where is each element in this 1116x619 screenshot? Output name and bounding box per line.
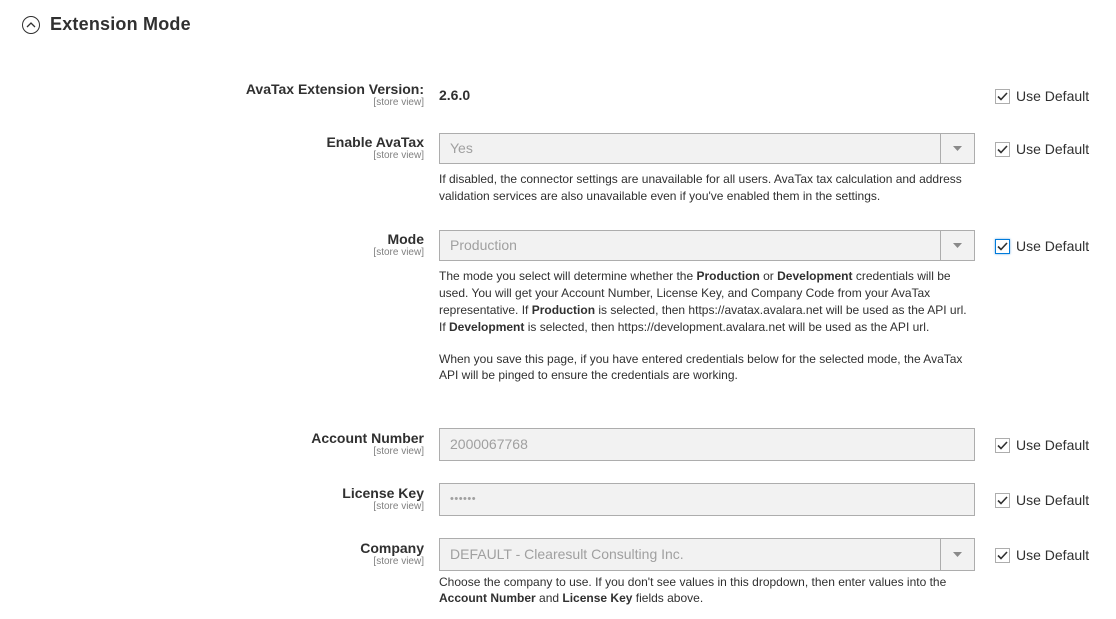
use-default-label: Use Default bbox=[1016, 437, 1090, 453]
use-default-license[interactable]: Use Default bbox=[995, 492, 1089, 508]
field-label: License Key [store view] bbox=[342, 485, 424, 513]
use-default-label: Use Default bbox=[1016, 547, 1090, 563]
company-select[interactable]: DEFAULT - Clearesult Consulting Inc. bbox=[439, 538, 975, 571]
field-label: Company [store view] bbox=[360, 540, 424, 568]
label-account-number: Account Number bbox=[311, 430, 424, 446]
company-selected-value: DEFAULT - Clearesult Consulting Inc. bbox=[450, 546, 684, 562]
enable-avatax-note: If disabled, the connector settings are … bbox=[439, 172, 962, 203]
checkmark-icon bbox=[997, 241, 1008, 251]
checkmark-icon bbox=[997, 550, 1008, 560]
section-title: Extension Mode bbox=[50, 14, 191, 34]
enable-avatax-selected-value: Yes bbox=[450, 140, 473, 156]
use-default-checkbox[interactable] bbox=[995, 437, 1010, 453]
use-default-checkbox[interactable] bbox=[995, 492, 1010, 508]
chevron-up-circle-icon[interactable] bbox=[22, 15, 40, 34]
checkmark-icon bbox=[997, 495, 1008, 505]
use-default-mode[interactable]: Use Default bbox=[995, 238, 1089, 254]
mode-note: The mode you select will determine wheth… bbox=[439, 269, 967, 334]
caret-down-icon[interactable] bbox=[940, 231, 974, 260]
use-default-account[interactable]: Use Default bbox=[995, 437, 1089, 453]
scope-label: [store view] bbox=[373, 556, 424, 567]
company-note: Choose the company to use. If you don't … bbox=[439, 575, 947, 605]
checkmark-icon bbox=[997, 440, 1008, 450]
use-default-label: Use Default bbox=[1016, 141, 1090, 157]
use-default-version[interactable]: Use Default bbox=[995, 88, 1089, 104]
caret-down-icon[interactable] bbox=[940, 539, 974, 570]
mode-select[interactable]: Production bbox=[439, 230, 975, 261]
use-default-label: Use Default bbox=[1016, 238, 1090, 254]
use-default-enable[interactable]: Use Default bbox=[995, 141, 1089, 157]
enable-avatax-select[interactable]: Yes bbox=[439, 133, 975, 164]
field-label: Enable AvaTax [store view] bbox=[326, 134, 424, 162]
use-default-company[interactable]: Use Default bbox=[995, 547, 1089, 563]
caret-down-icon[interactable] bbox=[940, 134, 974, 163]
scope-label: [store view] bbox=[373, 446, 424, 457]
use-default-checkbox[interactable] bbox=[995, 238, 1010, 254]
checkmark-icon bbox=[997, 144, 1008, 154]
scope-label: [store view] bbox=[373, 97, 424, 108]
mode-selected-value: Production bbox=[450, 237, 517, 253]
field-label: AvaTax Extension Version: [store view] bbox=[246, 81, 424, 109]
extension-version-value: 2.6.0 bbox=[439, 87, 471, 103]
use-default-checkbox[interactable] bbox=[995, 547, 1010, 563]
checkmark-icon bbox=[997, 91, 1008, 101]
label-extension-version: AvaTax Extension Version: bbox=[245, 81, 424, 97]
account-number-input[interactable]: 2000067768 bbox=[439, 428, 975, 461]
use-default-checkbox[interactable] bbox=[995, 141, 1010, 157]
label-license-key: License Key bbox=[342, 485, 424, 501]
scope-label: [store view] bbox=[373, 247, 424, 258]
use-default-checkbox[interactable] bbox=[995, 88, 1010, 104]
use-default-label: Use Default bbox=[1016, 492, 1090, 508]
license-key-input[interactable]: •••••• bbox=[439, 483, 975, 516]
label-company: Company bbox=[360, 540, 424, 556]
label-enable-avatax: Enable AvaTax bbox=[326, 134, 424, 150]
use-default-label: Use Default bbox=[1016, 88, 1090, 104]
section-header-extension-mode[interactable]: Extension Mode bbox=[22, 14, 191, 35]
mode-save-note: When you save this page, if you have ent… bbox=[439, 352, 963, 382]
field-label: Account Number [store view] bbox=[311, 430, 424, 458]
scope-label: [store view] bbox=[373, 501, 424, 512]
field-label: Mode [store view] bbox=[373, 231, 424, 259]
scope-label: [store view] bbox=[373, 150, 424, 161]
label-mode: Mode bbox=[387, 231, 424, 247]
